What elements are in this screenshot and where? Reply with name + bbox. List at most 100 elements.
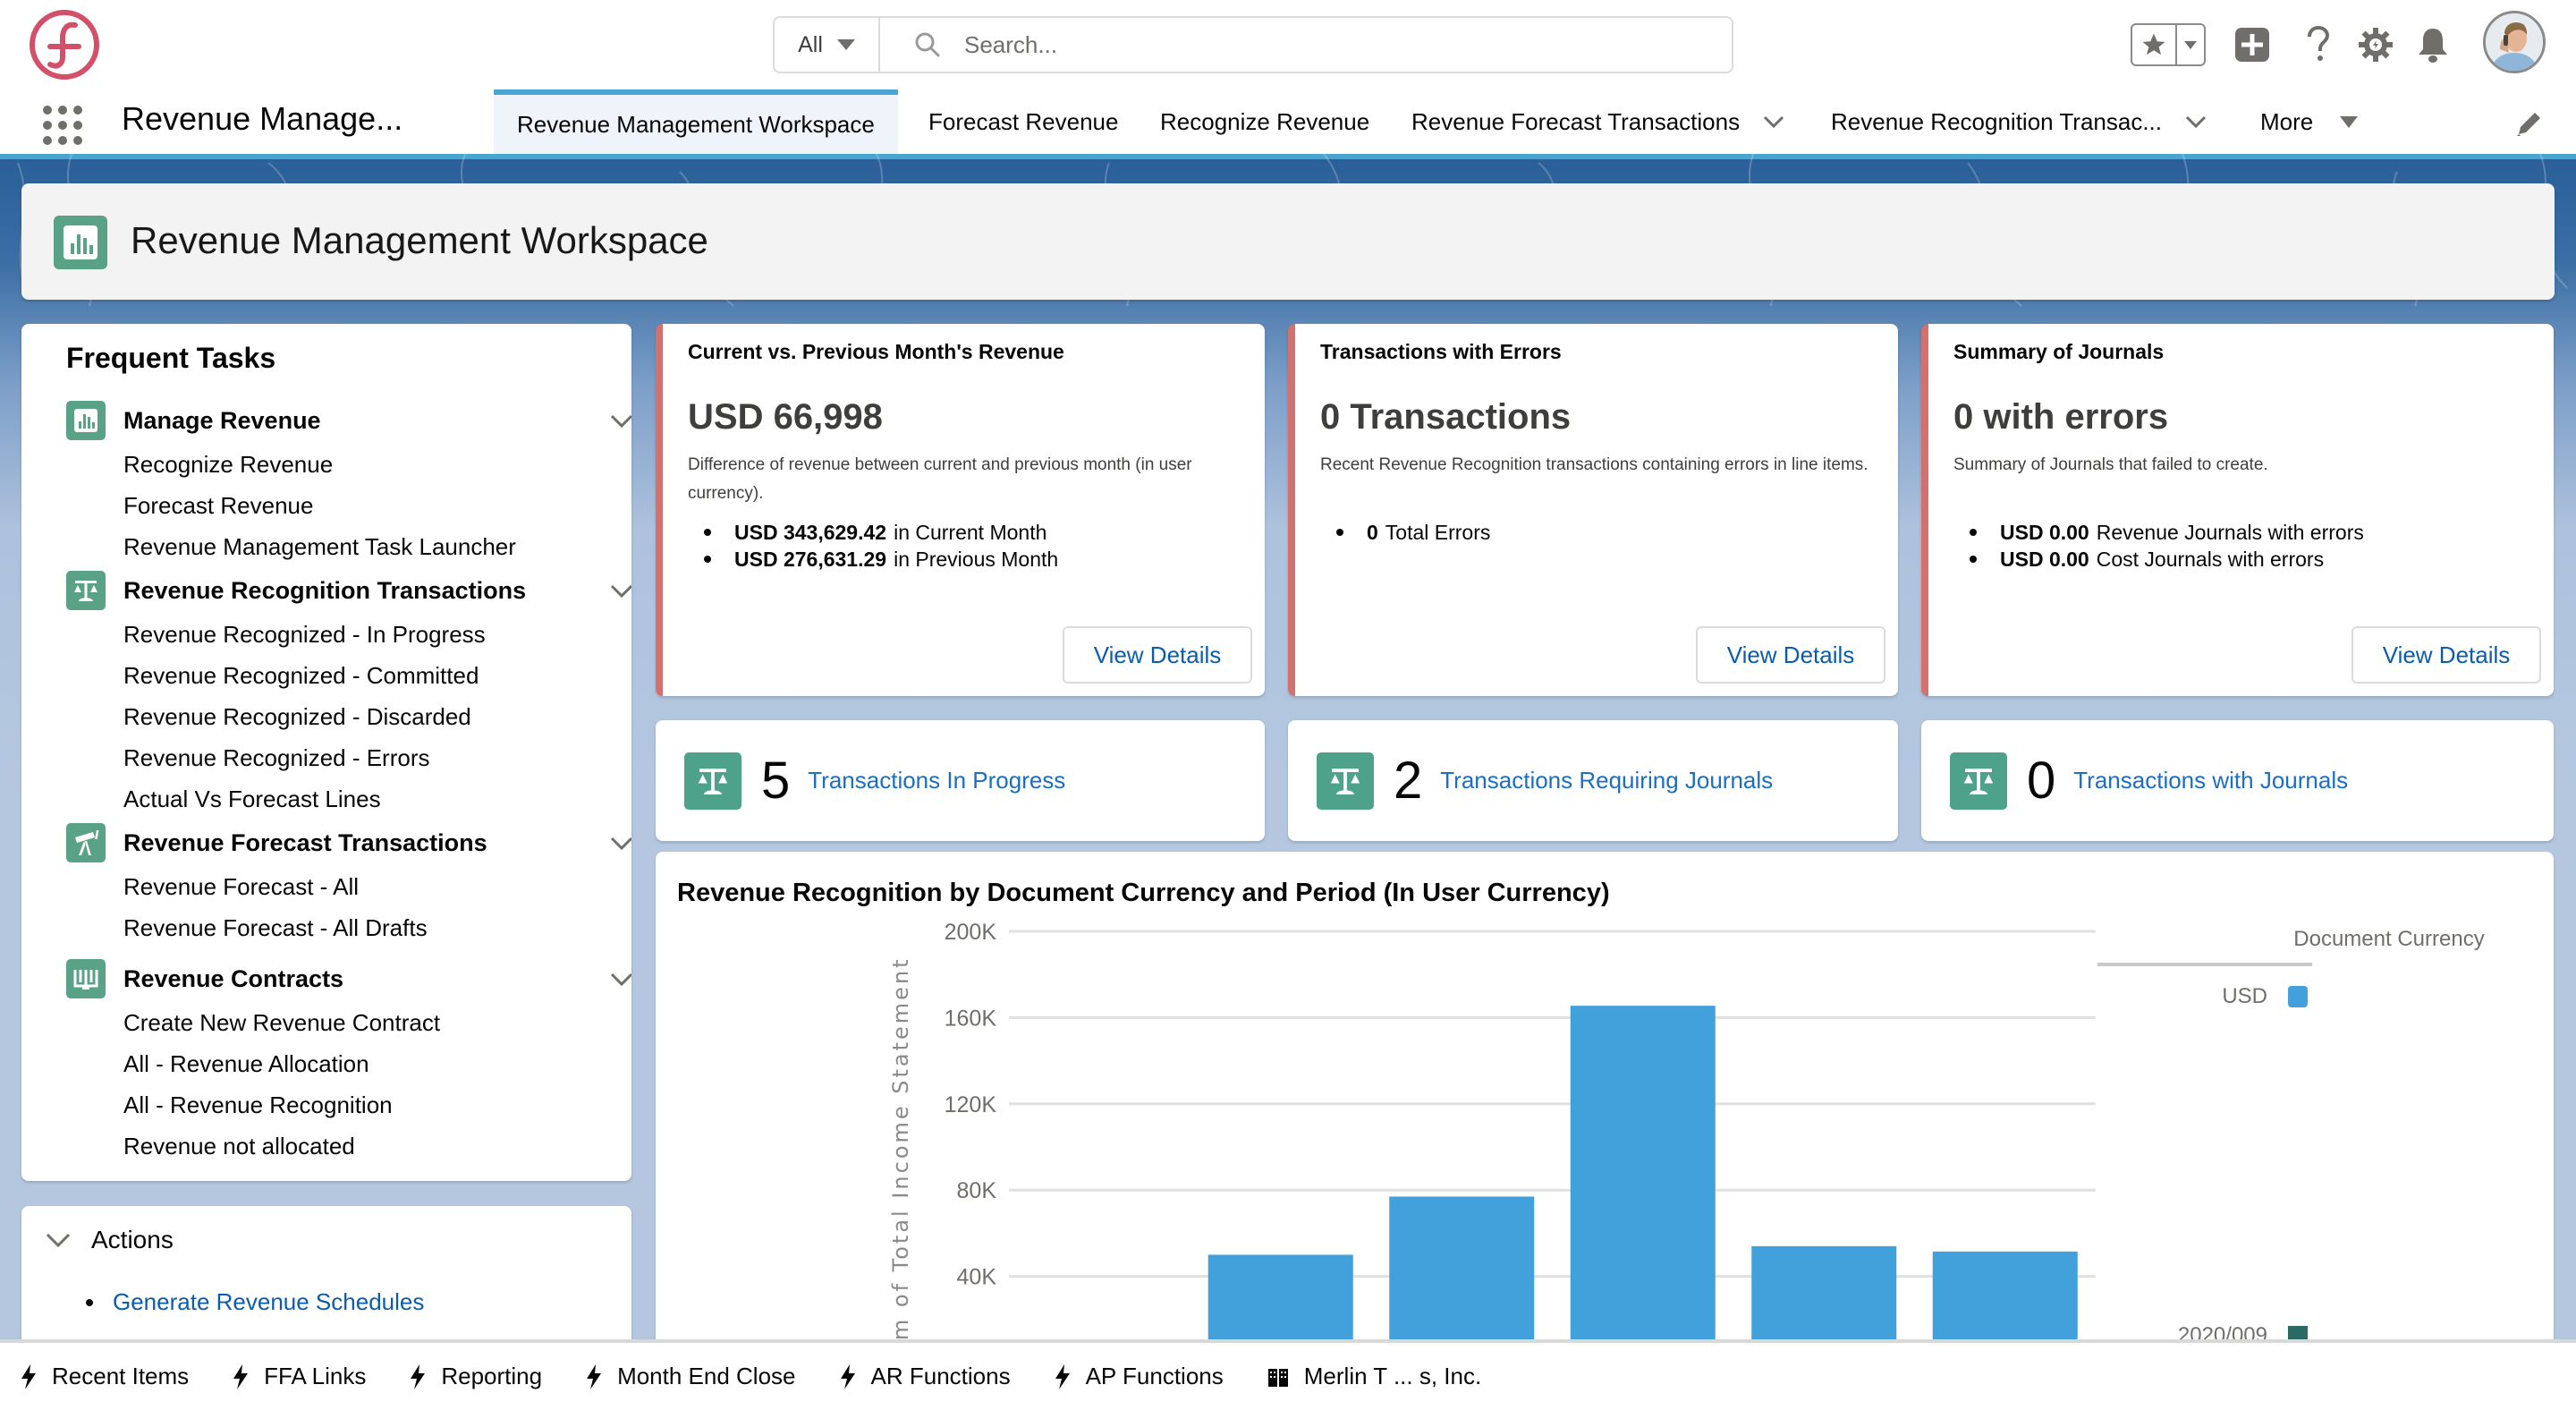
utility-item[interactable]: FFA Links [232, 1363, 366, 1390]
tab-revenue-management-workspace[interactable]: Revenue Management Workspace [494, 89, 898, 154]
view-details-button[interactable]: View Details [1063, 626, 1252, 684]
chevron-down-icon[interactable] [608, 407, 631, 434]
utility-item-label: Reporting [441, 1363, 543, 1389]
favorites-star-icon[interactable] [2132, 25, 2177, 64]
notifications-bell-icon[interactable] [2411, 23, 2454, 66]
metric-description: Summary of Journals that failed to creat… [1953, 455, 2268, 474]
count-link[interactable]: Transactions Requiring Journals [1440, 767, 1773, 794]
edit-nav-pencil-icon[interactable] [2513, 109, 2544, 140]
setup-gear-icon[interactable] [2354, 23, 2397, 66]
search-scope-dropdown[interactable]: All [775, 18, 880, 72]
app-name: Revenue Manage... [122, 100, 403, 137]
chevron-down-icon[interactable] [608, 965, 631, 992]
telescope-icon [66, 823, 106, 862]
task-link[interactable]: Revenue Forecast - All Drafts [123, 907, 631, 948]
count-card-requiring-journals: 2 Transactions Requiring Journals [1288, 720, 1898, 841]
utility-item[interactable]: Recent Items [20, 1363, 189, 1390]
task-link[interactable]: Recognize Revenue [123, 444, 631, 485]
action-generate-revenue-schedules[interactable]: Generate Revenue Schedules [86, 1288, 424, 1316]
task-group-header[interactable]: Revenue Recognition Transactions [66, 567, 631, 614]
task-link[interactable]: Forecast Revenue [123, 485, 631, 526]
task-link[interactable]: Revenue not allocated [123, 1125, 631, 1167]
utility-item-label: Merlin T ... s, Inc. [1303, 1363, 1482, 1389]
count-number: 0 [2027, 752, 2056, 810]
task-group-header[interactable]: Revenue Forecast Transactions [66, 820, 631, 866]
global-header: All [0, 0, 2576, 89]
count-link[interactable]: Transactions In Progress [808, 767, 1065, 794]
building-icon [1267, 1368, 1288, 1387]
tab-revenue-recognition-transactions[interactable]: Revenue Recognition Transac... [1831, 89, 2207, 154]
chevron-down-icon [46, 1233, 71, 1248]
task-group-label: Revenue Forecast Transactions [123, 828, 487, 856]
task-group-header[interactable]: Manage Revenue [66, 397, 631, 444]
task-link[interactable]: Actual Vs Forecast Lines [123, 778, 631, 820]
utility-item[interactable]: Merlin T ... s, Inc. [1267, 1363, 1481, 1390]
tab-label: Revenue Recognition Transac... [1831, 107, 2162, 135]
utility-item[interactable]: Month End Close [585, 1363, 796, 1390]
task-link[interactable]: Revenue Forecast - All [123, 866, 631, 907]
tab-forecast-revenue[interactable]: Forecast Revenue [928, 89, 1118, 154]
utility-item[interactable]: Reporting [409, 1363, 542, 1390]
view-details-button[interactable]: View Details [1696, 626, 1885, 684]
bar [1389, 1196, 1535, 1353]
tab-revenue-forecast-transactions[interactable]: Revenue Forecast Transactions [1411, 89, 1784, 154]
task-link[interactable]: Revenue Recognized - Errors [123, 737, 631, 778]
task-group-header[interactable]: Revenue Contracts [66, 956, 631, 1002]
page-header: Revenue Management Workspace [21, 183, 2555, 300]
task-group-label: Manage Revenue [123, 406, 321, 434]
metric-description: Recent Revenue Recognition transactions … [1320, 455, 1868, 474]
utility-item[interactable]: AR Functions [839, 1363, 1011, 1390]
task-group-manage-revenue: Manage Revenue Recognize Revenue Forecas… [66, 397, 631, 567]
tab-recognize-revenue[interactable]: Recognize Revenue [1160, 89, 1369, 154]
count-link[interactable]: Transactions with Journals [2073, 767, 2348, 794]
search-scope-label: All [798, 31, 823, 57]
favorites-button[interactable] [2131, 23, 2206, 66]
lightning-icon [587, 1363, 602, 1389]
metric-bullet: USD 343,629.42 in Current Month [704, 519, 1058, 546]
help-icon[interactable] [2297, 23, 2340, 66]
task-link[interactable]: Revenue Recognized - In Progress [123, 614, 631, 655]
task-link[interactable]: All - Revenue Allocation [123, 1043, 631, 1084]
tab-more[interactable]: More [2260, 89, 2359, 154]
task-link[interactable]: Revenue Management Task Launcher [123, 526, 631, 567]
book-icon [66, 959, 106, 998]
actions-title: Actions [91, 1226, 174, 1253]
global-actions-plus-icon[interactable] [2231, 23, 2274, 66]
task-link[interactable]: All - Revenue Recognition [123, 1084, 631, 1125]
count-number: 5 [761, 752, 791, 810]
page-title: Revenue Management Workspace [131, 219, 708, 261]
lightning-icon [1055, 1363, 1070, 1389]
metric-title: Current vs. Previous Month's Revenue [688, 340, 1064, 363]
chevron-down-icon[interactable] [1763, 115, 1784, 129]
financialforce-logo[interactable] [27, 7, 102, 82]
metric-bullet: 0 Total Errors [1336, 519, 1490, 546]
actions-toggle[interactable]: Actions [45, 1226, 174, 1254]
tab-label: Forecast Revenue [928, 107, 1119, 135]
scales-icon [684, 752, 741, 810]
metric-title: Transactions with Errors [1320, 340, 1562, 363]
metric-bullets: USD 343,629.42 in Current Month USD 276,6… [704, 519, 1058, 573]
user-avatar[interactable] [2483, 11, 2546, 73]
task-link[interactable]: Revenue Recognized - Discarded [123, 696, 631, 737]
search-input[interactable] [964, 30, 1680, 59]
y-tick-label: 120K [945, 1092, 997, 1117]
metric-value: USD 66,998 [688, 397, 883, 437]
app-navigation-bar: Revenue Manage... Revenue Management Wor… [0, 89, 2576, 154]
task-group-label: Revenue Contracts [123, 964, 344, 992]
chevron-down-icon[interactable] [608, 829, 631, 856]
chart-icon [66, 401, 106, 440]
app-launcher-icon[interactable] [43, 106, 82, 145]
chevron-down-icon[interactable] [2185, 115, 2207, 129]
scales-icon [1317, 752, 1374, 810]
view-details-button[interactable]: View Details [2351, 626, 2541, 684]
scales-icon [1950, 752, 2007, 810]
caret-down-icon [2340, 115, 2359, 128]
favorites-dropdown-icon[interactable] [2177, 25, 2204, 64]
task-group-label: Revenue Recognition Transactions [123, 576, 527, 604]
task-link[interactable]: Revenue Recognized - Committed [123, 655, 631, 696]
chevron-down-icon[interactable] [608, 577, 631, 604]
tab-label: Revenue Forecast Transactions [1411, 107, 1741, 135]
metric-title: Summary of Journals [1953, 340, 2165, 363]
utility-item[interactable]: AP Functions [1054, 1363, 1224, 1390]
task-link[interactable]: Create New Revenue Contract [123, 1002, 631, 1043]
